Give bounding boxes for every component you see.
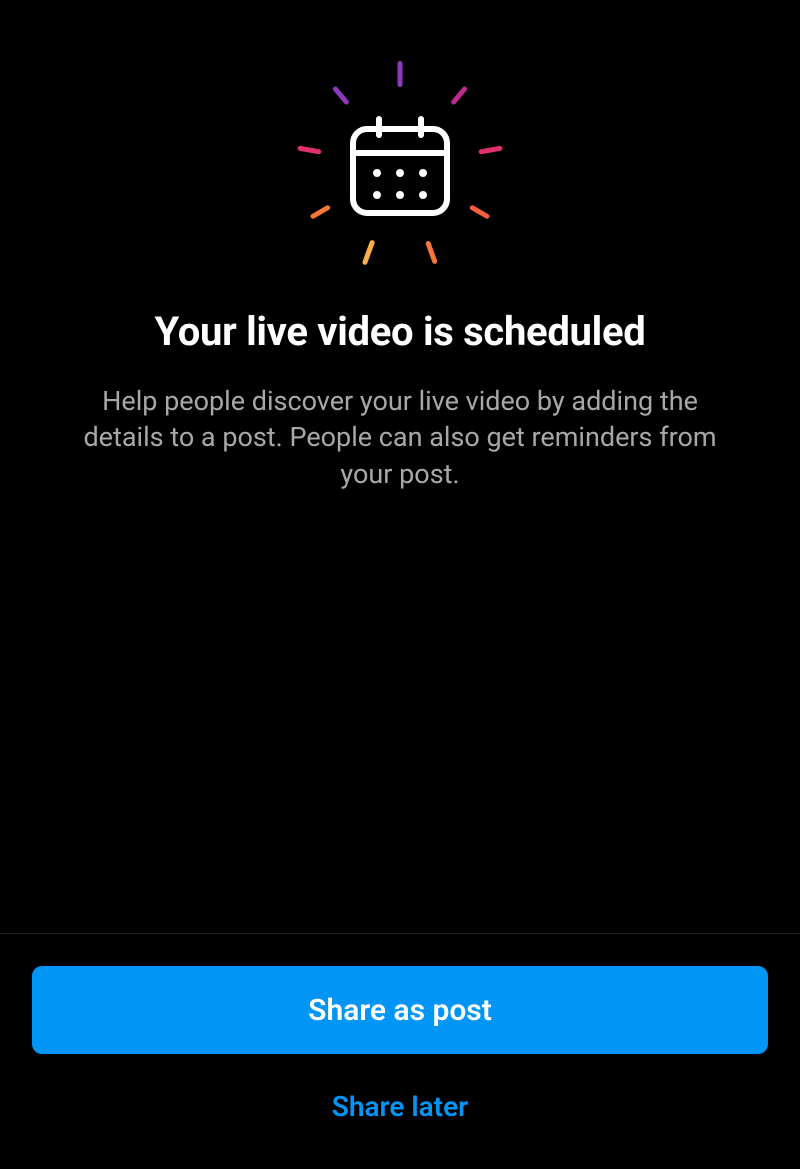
share-as-post-button[interactable]: Share as post bbox=[32, 966, 768, 1054]
footer-actions: Share as post Share later bbox=[0, 933, 800, 1169]
page-title: Your live video is scheduled bbox=[115, 308, 686, 355]
share-later-button[interactable]: Share later bbox=[312, 1080, 488, 1133]
calendar-icon bbox=[345, 111, 455, 221]
content-area: Your live video is scheduled Help people… bbox=[0, 0, 800, 933]
page-subtext: Help people discover your live video by … bbox=[0, 383, 800, 492]
calendar-celebration-icon bbox=[290, 56, 510, 276]
